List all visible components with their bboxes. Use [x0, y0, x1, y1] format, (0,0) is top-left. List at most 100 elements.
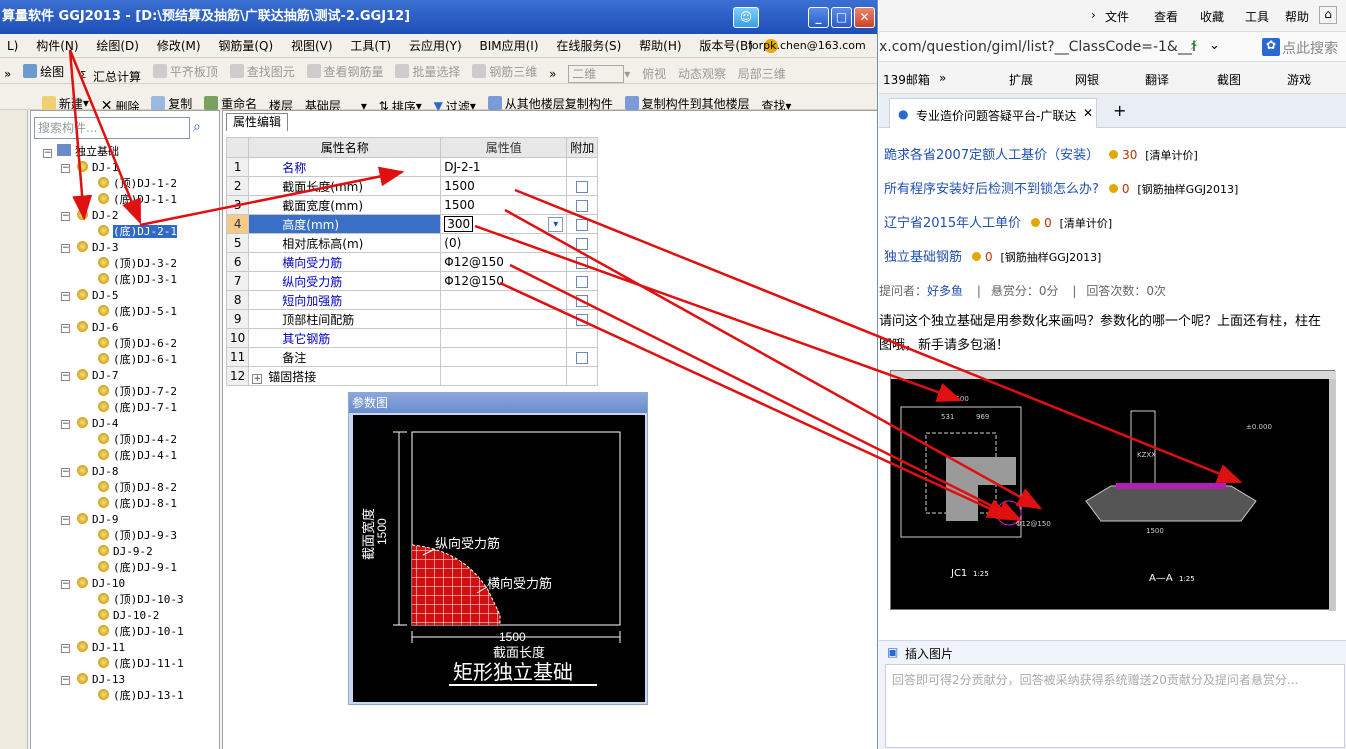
fav-screenshot[interactable]: 截图	[1217, 71, 1241, 88]
tree-collapse-toggle[interactable]: −	[61, 372, 70, 381]
tree-node[interactable]: (顶)DJ-8-2	[98, 480, 177, 496]
component-search-input[interactable]: 搜索构件...	[34, 117, 190, 139]
tree-collapse-toggle[interactable]: −	[61, 468, 70, 477]
property-row[interactable]: 4 高度(mm) 300 ▾	[225, 214, 599, 234]
tree-node[interactable]: (底)DJ-7-1	[98, 400, 177, 416]
tree-node[interactable]: DJ-3	[77, 240, 119, 256]
tree-collapse-toggle[interactable]: −	[61, 244, 70, 253]
tree-node[interactable]: DJ-9	[77, 512, 119, 528]
asker-name[interactable]: 好多鱼	[927, 284, 963, 298]
tree-node[interactable]: DJ-11	[77, 640, 125, 656]
tree-collapse-toggle[interactable]: −	[61, 644, 70, 653]
tab-close-icon[interactable]: ✕	[1083, 106, 1093, 120]
tree-node[interactable]: (底)DJ-2-1	[98, 224, 177, 240]
property-value[interactable]: DJ-2-1	[440, 157, 568, 177]
rebar-3d-button[interactable]: 钢筋三维	[468, 58, 541, 84]
tree-node[interactable]: DJ-6	[77, 320, 119, 336]
tree-node[interactable]: DJ-4	[77, 416, 119, 432]
tree-node[interactable]: (顶)DJ-7-2	[98, 384, 177, 400]
tree-node[interactable]: (底)DJ-8-1	[98, 496, 177, 512]
property-value[interactable]: Φ12@150	[440, 252, 568, 272]
url-input[interactable]: x.com/question/giml/list?__ClassCode=-1&…	[879, 39, 1196, 55]
align-slab-top-button[interactable]: 平齐板顶	[149, 58, 222, 84]
tree-collapse-toggle[interactable]: −	[61, 164, 70, 173]
question-link[interactable]: 所有程序安装好后检测不到锁怎么办?	[884, 182, 1099, 197]
tree-collapse-toggle[interactable]: −	[61, 676, 70, 685]
extra-checkbox[interactable]	[576, 180, 589, 193]
tree-node[interactable]: DJ-13	[77, 672, 125, 688]
property-row[interactable]: 7 纵向受力筋 Φ12@150	[225, 271, 599, 291]
menu-item-bim[interactable]: BIM应用(I)	[472, 34, 545, 58]
property-value[interactable]: Φ12@150	[440, 271, 568, 291]
menu-item-cloud[interactable]: 云应用(Y)	[402, 34, 469, 58]
tree-node[interactable]: (底)DJ-6-1	[98, 352, 177, 368]
tree-node[interactable]: DJ-8	[77, 464, 119, 480]
tree-node[interactable]: (底)DJ-13-1	[98, 688, 184, 704]
property-row[interactable]: 10 其它钢筋	[225, 328, 599, 348]
menu-item-l[interactable]: L)	[0, 34, 25, 58]
tree-root[interactable]: 独立基础	[57, 144, 119, 160]
extra-checkbox[interactable]	[576, 351, 589, 364]
fav-translate[interactable]: 翻译	[1145, 71, 1169, 88]
tree-node[interactable]: DJ-1	[77, 160, 119, 176]
property-value[interactable]: 300 ▾	[440, 214, 568, 234]
menu-item-rebar-qty[interactable]: 钢筋量(Q)	[211, 34, 280, 58]
tree-collapse-toggle[interactable]: −	[61, 324, 70, 333]
expand-icon[interactable]: +	[252, 373, 263, 384]
tree-node[interactable]: (顶)DJ-10-3	[98, 592, 184, 608]
property-value[interactable]	[440, 290, 568, 310]
new-tab-icon[interactable]: +	[1113, 101, 1126, 120]
fav-games[interactable]: 游戏	[1287, 71, 1311, 88]
extra-checkbox[interactable]	[576, 218, 589, 231]
tree-node[interactable]: (底)DJ-11-1	[98, 656, 184, 672]
home-icon[interactable]: ⌂	[1319, 6, 1337, 24]
fav-netbank[interactable]: 网银	[1075, 71, 1099, 88]
property-row[interactable]: 11 备注	[225, 347, 599, 367]
property-row[interactable]: 2 截面长度(mm) 1500	[225, 176, 599, 196]
tree-node[interactable]: (底)DJ-9-1	[98, 560, 177, 576]
question-link[interactable]: 跪求各省2007定额人工基价（安装）	[884, 148, 1099, 163]
top-view-button[interactable]: 俯视	[638, 61, 670, 87]
extra-checkbox[interactable]	[576, 237, 589, 250]
property-row[interactable]: 9 顶部柱间配筋	[225, 309, 599, 329]
extra-checkbox[interactable]	[576, 313, 589, 326]
draw-button[interactable]: 绘图	[19, 58, 68, 84]
tree-collapse-toggle[interactable]: −	[61, 420, 70, 429]
menu-item-modify[interactable]: 修改(M)	[150, 34, 208, 58]
extra-checkbox[interactable]	[576, 275, 589, 288]
browser-menu-view[interactable]: 查看	[1154, 8, 1178, 25]
app-helper-icon[interactable]: ☺	[733, 7, 759, 28]
menu-item-online[interactable]: 在线服务(S)	[549, 34, 628, 58]
tree-node[interactable]: DJ-5	[77, 288, 119, 304]
value-dropdown-icon[interactable]: ▾	[548, 216, 564, 232]
tree-node[interactable]: DJ-7	[77, 368, 119, 384]
close-button[interactable]: ✕	[854, 7, 875, 28]
extra-checkbox[interactable]	[576, 256, 589, 269]
tree-node[interactable]: (底)DJ-1-1	[98, 192, 177, 208]
question-link[interactable]: 独立基础钢筋	[884, 250, 962, 265]
property-value[interactable]	[440, 347, 568, 367]
maximize-button[interactable]: □	[831, 7, 852, 28]
app-title-bar[interactable]: 算量软件 GGJ2013 - [D:\预结算及抽筋\广联达抽筋\测试-2.GGJ…	[0, 0, 877, 34]
property-value[interactable]: 1500	[440, 176, 568, 196]
menu-item-help[interactable]: 帮助(H)	[632, 34, 688, 58]
property-value[interactable]	[440, 328, 568, 348]
tree-node[interactable]: DJ-9-2	[98, 544, 153, 560]
property-row[interactable]: 5 相对底标高(m) (0)	[225, 233, 599, 253]
tree-node[interactable]: (底)DJ-3-1	[98, 272, 177, 288]
tree-node[interactable]: (顶)DJ-3-2	[98, 256, 177, 272]
find-element-button[interactable]: 查找图元	[226, 58, 299, 84]
search-input[interactable]: 点此搜索	[1282, 38, 1338, 58]
view-rebar-qty-button[interactable]: 查看钢筋量	[303, 58, 388, 84]
tree-node[interactable]: (顶)DJ-1-2	[98, 176, 177, 192]
insert-image-button[interactable]: 插入图片	[905, 645, 953, 662]
tree-collapse-toggle[interactable]: −	[61, 212, 70, 221]
menu-item-component[interactable]: 构件(N)	[29, 34, 85, 58]
tree-node[interactable]: (顶)DJ-4-2	[98, 432, 177, 448]
tree-node[interactable]: DJ-2	[77, 208, 119, 224]
paw-search-icon[interactable]: ✿	[1262, 38, 1280, 56]
search-icon[interactable]: ⌕	[193, 119, 211, 137]
tree-node[interactable]: (底)DJ-10-1	[98, 624, 184, 640]
tree-collapse-toggle[interactable]: −	[61, 516, 70, 525]
property-row[interactable]: 8 短向加强筋	[225, 290, 599, 310]
